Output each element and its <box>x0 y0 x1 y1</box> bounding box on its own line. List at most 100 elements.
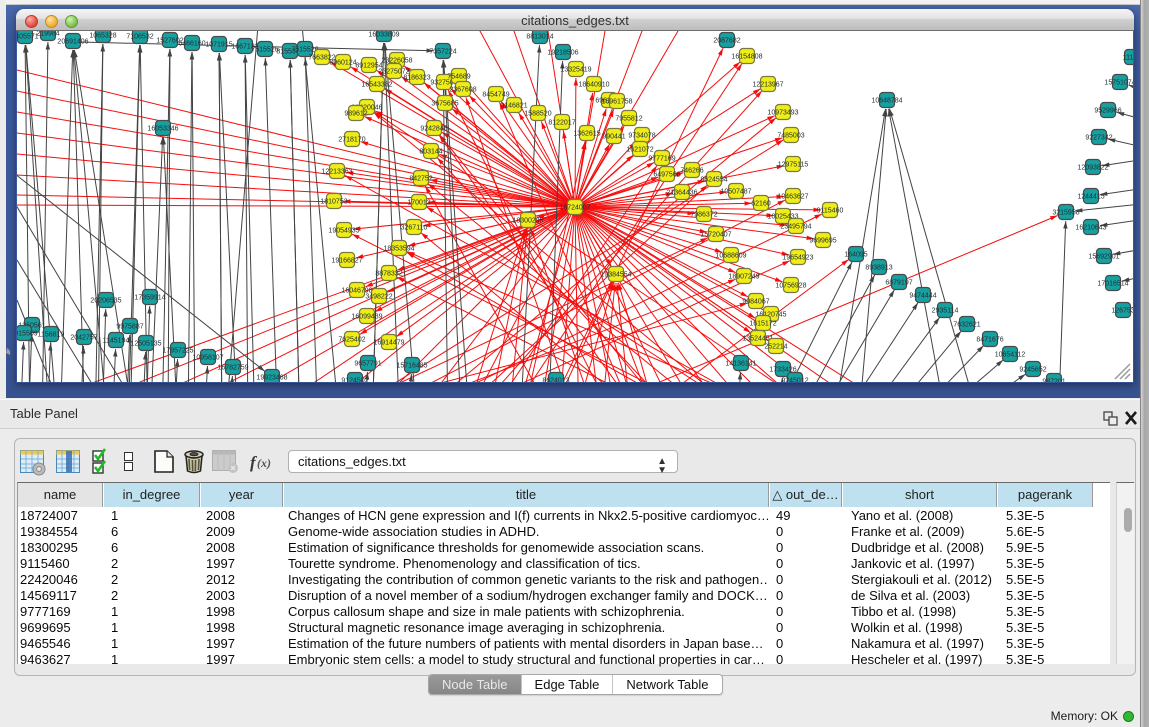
svg-text:8471676: 8471676 <box>976 337 1003 344</box>
svg-text:7955812: 7955812 <box>615 116 642 123</box>
svg-text:16033809: 16033809 <box>368 32 399 39</box>
svg-text:23495794: 23495794 <box>780 224 811 231</box>
svg-text:15692901: 15692901 <box>1088 254 1119 261</box>
svg-text:20691406: 20691406 <box>57 39 88 46</box>
svg-text:15716485: 15716485 <box>396 363 427 370</box>
svg-text:8813014: 8813014 <box>526 34 553 41</box>
svg-text:1244415: 1244415 <box>1077 194 1104 201</box>
svg-text:6497568: 6497568 <box>653 172 680 179</box>
svg-text:9529966: 9529966 <box>1094 108 1121 115</box>
svg-text:9777169: 9777169 <box>648 156 675 163</box>
svg-text:16099489: 16099489 <box>351 314 382 321</box>
svg-text:9115460: 9115460 <box>817 208 844 215</box>
svg-text:803144: 803144 <box>419 149 442 156</box>
svg-text:3267110: 3267110 <box>401 225 428 232</box>
svg-text:9245652: 9245652 <box>1019 367 1046 374</box>
svg-text:10654112: 10654112 <box>995 352 1026 359</box>
svg-text:16543382: 16543382 <box>361 82 392 89</box>
svg-text:3498222: 3498222 <box>365 294 392 301</box>
svg-text:15720407: 15720407 <box>700 232 731 239</box>
svg-text:746266: 746266 <box>680 168 703 175</box>
svg-text:2718170: 2718170 <box>338 137 365 144</box>
svg-text:989612: 989612 <box>344 111 367 118</box>
svg-text:8186323: 8186323 <box>403 75 430 82</box>
svg-text:12505135: 12505135 <box>130 341 161 348</box>
svg-text:2087682: 2087682 <box>713 38 740 45</box>
svg-text:3915509: 3915509 <box>17 331 38 338</box>
svg-text:14136141: 14136141 <box>725 361 756 368</box>
svg-text:16961758: 16961758 <box>601 99 632 106</box>
svg-text:1071915: 1071915 <box>205 42 232 49</box>
svg-text:1156819: 1156819 <box>38 332 65 339</box>
svg-text:1065328: 1065328 <box>89 33 116 40</box>
svg-text:3675685: 3675685 <box>431 101 458 108</box>
svg-text:2367608: 2367608 <box>449 87 476 94</box>
svg-text:1621072: 1621072 <box>626 147 653 154</box>
svg-text:13325419: 13325419 <box>560 67 591 74</box>
svg-text:16154808: 16154808 <box>731 54 762 61</box>
svg-text:19166827: 19166827 <box>331 258 362 265</box>
svg-text:1810753: 1810753 <box>320 199 347 206</box>
svg-text:6466160: 6466160 <box>178 41 205 48</box>
svg-text:18640910: 18640910 <box>578 82 609 89</box>
svg-text:164095: 164095 <box>844 252 867 259</box>
svg-text:219984: 219984 <box>36 31 59 38</box>
svg-text:19384554: 19384554 <box>600 272 631 279</box>
svg-text:10973493: 10973493 <box>767 110 798 117</box>
svg-text:10688609: 10688609 <box>715 253 746 260</box>
svg-text:7986372: 7986372 <box>690 212 717 219</box>
svg-text:20206535: 20206535 <box>90 298 121 305</box>
svg-text:9146821: 9146821 <box>500 103 527 110</box>
svg-text:170013: 170013 <box>407 200 430 207</box>
svg-text:10756928: 10756928 <box>775 283 806 290</box>
svg-text:9975887: 9975887 <box>116 324 143 331</box>
svg-text:8122017: 8122017 <box>548 120 575 127</box>
svg-text:19923468: 19923468 <box>256 375 287 382</box>
svg-text:21364436: 21364436 <box>666 190 697 197</box>
svg-text:10507487: 10507487 <box>720 189 751 196</box>
svg-text:6879197: 6879197 <box>885 280 912 287</box>
svg-text:10463627: 10463627 <box>777 194 808 201</box>
svg-text:8960124: 8960124 <box>329 60 356 67</box>
svg-text:8878332: 8878332 <box>375 271 402 278</box>
svg-text:12975115: 12975115 <box>778 162 809 169</box>
svg-text:1362615: 1362615 <box>573 131 600 138</box>
svg-text:18907249: 18907249 <box>728 274 759 281</box>
svg-text:7625402: 7625402 <box>338 337 365 344</box>
svg-text:17016514: 17016514 <box>1097 281 1128 288</box>
svg-text:18300295: 18300295 <box>512 218 543 225</box>
svg-text:8624013: 8624013 <box>542 378 569 383</box>
svg-text:10648784: 10648784 <box>871 98 902 105</box>
svg-text:62160: 62160 <box>751 201 771 208</box>
svg-text:3215958: 3215958 <box>1052 210 1079 217</box>
svg-text:9245012: 9245012 <box>781 378 808 383</box>
svg-text:11174: 11174 <box>1123 55 1133 62</box>
svg-text:1145194: 1145194 <box>103 338 130 345</box>
svg-text:9699695: 9699695 <box>809 238 836 245</box>
svg-text:10958107: 10958107 <box>192 355 223 362</box>
svg-text:9474444: 9474444 <box>909 293 936 300</box>
svg-text:16210643: 16210643 <box>1075 225 1106 232</box>
svg-text:12093822: 12093822 <box>1077 165 1108 172</box>
svg-text:2042757: 2042757 <box>70 335 97 342</box>
svg-text:9657791: 9657791 <box>354 361 381 368</box>
svg-text:12213967: 12213967 <box>752 82 783 89</box>
svg-text:15751074: 15751074 <box>1104 80 1133 87</box>
svg-text:7515526: 7515526 <box>251 47 278 54</box>
svg-text:17957225: 17957225 <box>162 348 193 355</box>
svg-text:16914479: 16914479 <box>373 340 404 347</box>
svg-text:842752: 842752 <box>409 176 432 183</box>
svg-text:9124502: 9124502 <box>341 378 368 383</box>
svg-text:19054935: 19054935 <box>328 228 359 235</box>
svg-text:18724007: 18724007 <box>559 205 590 212</box>
svg-text:7357224: 7357224 <box>429 49 456 56</box>
svg-text:7485003: 7485003 <box>777 133 804 140</box>
svg-text:8938913: 8938913 <box>865 265 892 272</box>
svg-text:12213363: 12213363 <box>321 169 352 176</box>
svg-text:7106532: 7106532 <box>126 34 153 41</box>
svg-text:987201: 987201 <box>1042 379 1065 383</box>
svg-text:9227342: 9227342 <box>1085 135 1112 142</box>
svg-text:17359914: 17359914 <box>134 295 165 302</box>
svg-text:16053346: 16053346 <box>147 126 178 133</box>
svg-text:16782759: 16782759 <box>217 365 248 372</box>
